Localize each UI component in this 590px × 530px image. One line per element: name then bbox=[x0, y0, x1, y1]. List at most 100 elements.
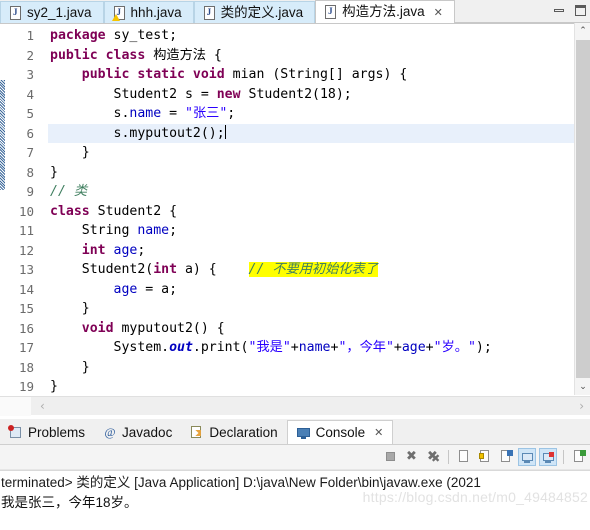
toolbar-separator bbox=[448, 450, 449, 464]
line-number: 12 bbox=[18, 242, 34, 258]
console-top-rule bbox=[0, 470, 590, 471]
folding-column bbox=[36, 24, 48, 396]
tab-label: Problems bbox=[28, 424, 86, 440]
code-line: public class 构造方法 { bbox=[50, 47, 222, 63]
line-number: 10 bbox=[18, 203, 34, 219]
scroll-down-arrow-icon[interactable]: ⌄ bbox=[575, 379, 590, 395]
open-console-button[interactable] bbox=[455, 448, 473, 466]
scrollbar-corner bbox=[0, 397, 31, 416]
code-line: age = a; bbox=[113, 281, 178, 297]
window-controls bbox=[553, 0, 587, 20]
line-number: 16 bbox=[18, 320, 34, 336]
pin-console-button[interactable] bbox=[539, 448, 557, 466]
close-icon[interactable]: ✕ bbox=[434, 7, 443, 18]
code-line: package sy_test; bbox=[50, 28, 178, 43]
code-line: } bbox=[50, 301, 90, 316]
code-editor[interactable]: 1 2 3 4 5 6 7 8 9 10 11 12 13 14 15 16 1… bbox=[0, 24, 590, 396]
line-number: 6 bbox=[26, 125, 34, 141]
eclipse-ide-window: J sy2_1.java J hhh.java J 类的定义.java J 构造… bbox=[0, 0, 590, 530]
remove-all-terminated-button[interactable]: ✖ ✖ bbox=[424, 448, 442, 466]
editor-tab-hhh[interactable]: J hhh.java bbox=[103, 1, 194, 23]
maximize-icon[interactable] bbox=[574, 4, 587, 16]
line-number: 9 bbox=[26, 184, 34, 199]
code-line: } bbox=[50, 379, 58, 394]
view-tab-filler bbox=[393, 420, 590, 444]
code-line: class Student2 { bbox=[50, 203, 178, 219]
scroll-lock-button[interactable] bbox=[476, 448, 494, 466]
toolbar-separator bbox=[563, 450, 564, 464]
bottom-view-tab-bar: Problems @ Javadoc Declaration Console ✕ bbox=[0, 419, 590, 445]
problems-icon bbox=[8, 425, 23, 439]
line-number: 4 bbox=[26, 86, 34, 102]
tab-declaration[interactable]: Declaration bbox=[181, 420, 286, 444]
editor-tab-label: 类的定义.java bbox=[220, 4, 304, 20]
terminate-button[interactable] bbox=[382, 448, 400, 466]
console-toolbar: ✖ ✖ ✖ bbox=[0, 445, 590, 470]
highlighted-comment: // 不要用初始化表了 bbox=[248, 262, 378, 277]
line-number: 15 bbox=[18, 301, 34, 316]
line-number: 14 bbox=[18, 281, 34, 297]
show-console-on-output-button[interactable] bbox=[518, 448, 536, 466]
tab-javadoc[interactable]: @ Javadoc bbox=[94, 420, 181, 444]
minimize-icon[interactable] bbox=[553, 5, 566, 16]
line-number: 11 bbox=[18, 223, 34, 238]
code-line: Student2(int a) { // 不要用初始化表了 bbox=[50, 262, 378, 277]
line-number: 1 bbox=[26, 28, 34, 43]
editor-tab-leidedingyi[interactable]: J 类的定义.java bbox=[193, 1, 316, 23]
code-text-area[interactable]: package sy_test; public class 构造方法 { pub… bbox=[48, 24, 590, 396]
remove-launch-button[interactable]: ✖ bbox=[403, 448, 421, 466]
line-number: 13 bbox=[18, 262, 34, 277]
text-caret bbox=[224, 124, 226, 139]
tab-problems[interactable]: Problems bbox=[0, 420, 94, 444]
code-line: } bbox=[50, 145, 90, 160]
code-line: } bbox=[50, 164, 58, 180]
declaration-icon bbox=[190, 425, 204, 439]
watermark-text: https://blog.csdn.net/m0_49484852 bbox=[362, 489, 588, 505]
java-file-icon: J bbox=[10, 5, 22, 20]
editor-vertical-scrollbar[interactable]: ⌃ ⌄ bbox=[574, 23, 590, 395]
console-output-panel[interactable]: terminated> 类的定义 [Java Application] D:\j… bbox=[0, 470, 590, 513]
code-line: // 类 bbox=[50, 184, 88, 199]
editor-tab-label: 构造方法.java bbox=[342, 4, 425, 20]
code-line: int age; bbox=[81, 242, 146, 258]
editor-tab-label: hhh.java bbox=[130, 4, 182, 20]
javadoc-icon: @ bbox=[104, 425, 116, 439]
editor-tab-sy2_1[interactable]: J sy2_1.java bbox=[0, 1, 104, 23]
code-line: System.out.print("我是"+name+"，今年"+age+"岁。… bbox=[50, 340, 492, 355]
scrollbar-thumb[interactable] bbox=[576, 40, 590, 378]
scroll-left-arrow-icon[interactable]: ‹ bbox=[40, 399, 45, 413]
code-line: void myputout2() { bbox=[81, 320, 225, 336]
line-number-gutter: 1 2 3 4 5 6 7 8 9 10 11 12 13 14 15 16 1… bbox=[5, 24, 36, 396]
line-number: 17 bbox=[18, 340, 34, 355]
line-number: 19 bbox=[18, 379, 34, 394]
line-number: 7 bbox=[26, 145, 34, 160]
code-line: public static void mian (String[] args) … bbox=[81, 67, 408, 82]
code-line-current: s.myputout2(); bbox=[48, 123, 590, 143]
tab-label: Console bbox=[315, 425, 366, 440]
new-console-view-button[interactable] bbox=[570, 448, 588, 466]
tab-label: Javadoc bbox=[122, 424, 173, 440]
editor-tab-gouzaofangfa[interactable]: J 构造方法.java ✕ bbox=[315, 0, 455, 23]
scroll-right-arrow-icon[interactable]: › bbox=[579, 399, 584, 413]
java-file-icon: J bbox=[203, 5, 216, 20]
java-file-warning-icon: J bbox=[111, 5, 126, 21]
editor-horizontal-scrollbar[interactable]: ‹ › bbox=[0, 396, 590, 416]
scroll-up-arrow-icon[interactable]: ⌃ bbox=[575, 23, 590, 39]
line-number: 5 bbox=[26, 106, 34, 121]
code-line: } bbox=[50, 359, 90, 375]
console-icon bbox=[296, 426, 311, 440]
line-number: 2 bbox=[26, 47, 34, 63]
line-number: 3 bbox=[26, 67, 34, 82]
java-file-icon: J bbox=[325, 5, 337, 19]
line-number: 18 bbox=[18, 359, 34, 375]
tab-label: Declaration bbox=[209, 424, 278, 440]
tab-console[interactable]: Console ✕ bbox=[286, 420, 394, 444]
close-icon[interactable]: ✕ bbox=[374, 427, 383, 438]
code-line: Student2 s = new Student2(18); bbox=[50, 86, 352, 102]
code-line: s.name = "张三"; bbox=[50, 106, 236, 121]
editor-tab-label: sy2_1.java bbox=[27, 4, 92, 20]
line-number: 8 bbox=[26, 164, 34, 180]
editor-tab-bar: J sy2_1.java J hhh.java J 类的定义.java J 构造… bbox=[0, 0, 590, 24]
word-wrap-button[interactable] bbox=[497, 448, 515, 466]
code-line: String name; bbox=[50, 223, 178, 238]
